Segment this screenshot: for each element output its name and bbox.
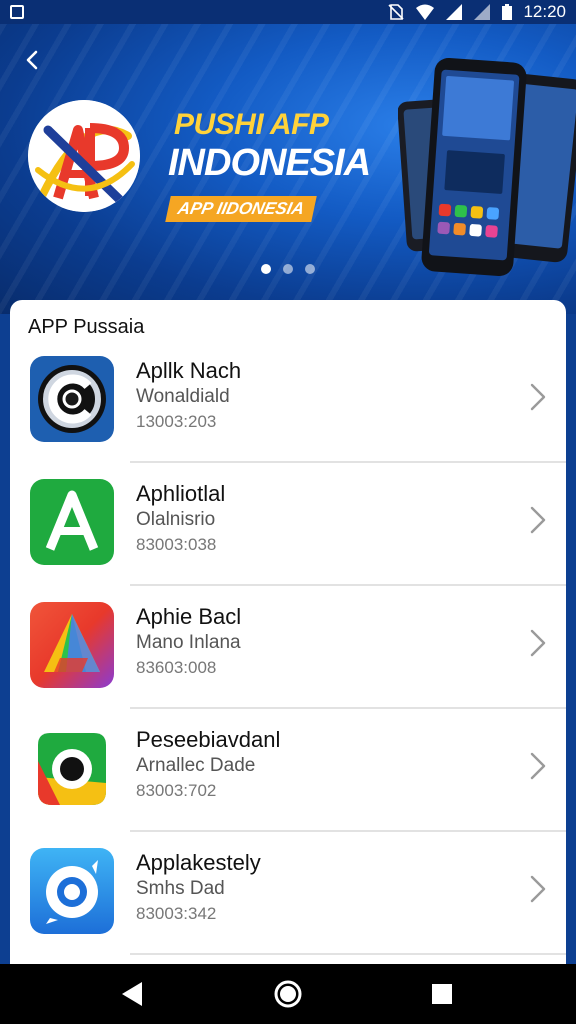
back-button[interactable] [18,46,50,78]
app-list-card: APP Pussaia Apllk Nach Wonaldiald 13003:… [10,300,566,964]
phones-illustration [398,57,576,277]
status-bar: 12:20 [0,0,576,24]
nav-home-button[interactable] [272,978,304,1010]
nav-back-button[interactable] [116,978,148,1010]
carousel-dot-1[interactable] [261,264,271,274]
promo-tag: APP IIDONESIA [165,196,317,222]
square-recents-icon [432,984,452,1004]
blue-compass-app-icon [30,848,114,934]
green-circle-app-icon [30,725,114,811]
app-meta: 13003:203 [136,412,217,431]
app-name: Aphliotlal [136,481,226,506]
letter-a-app-icon [30,479,114,565]
no-sim-icon [388,4,405,20]
app-subtitle: Olalnisrio [136,509,216,530]
wifi-icon [416,4,435,20]
list-item[interactable]: Peseebiavdanl Arnallec Dade 83003:702 [10,709,566,832]
promo-title-line2: INDONESIA [168,142,371,184]
chevron-right-icon [530,629,546,657]
app-subtitle: Wonaldiald [136,386,230,407]
status-time: 12:20 [523,2,566,21]
chevron-right-icon [530,875,546,903]
carousel-dot-3[interactable] [305,264,315,274]
carousel-dot-2[interactable] [283,264,293,274]
triangle-back-icon [122,982,142,1006]
app-meta: 83003:038 [136,535,217,554]
app-meta: 83003:702 [136,781,217,800]
app-meta: 83003:342 [136,904,217,923]
chevron-right-icon [530,383,546,411]
notification-icon [10,5,24,19]
signal-icon-2 [474,4,491,20]
app-name: Aphie Bacl [136,604,242,629]
chevron-right-icon [530,506,546,534]
list-item[interactable]: Apllk Nach Wonaldiald 13003:203 [10,340,566,463]
chevron-right-icon [530,752,546,780]
app-list: Apllk Nach Wonaldiald 13003:203 Aphliotl… [10,340,566,955]
app-logo [28,100,140,212]
promo-title-line1: PUSHI AFP [174,108,329,141]
app-name: Apllk Nach [136,358,242,383]
app-meta: 83603:008 [136,658,217,677]
signal-icon [446,4,463,20]
app-subtitle: Arnallec Dade [136,755,256,776]
app-name: Peseebiavdanl [136,727,281,752]
hero-banner[interactable]: PUSHI AFP INDONESIA APP IIDONESIA [0,24,576,314]
app-subtitle: Mano Inlana [136,632,241,653]
section-title: APP Pussaia [28,316,145,338]
nav-recents-button[interactable] [426,978,458,1010]
list-item[interactable]: Applakestely Smhs Dad 83003:342 [10,832,566,955]
app-name: Applakestely [136,850,261,875]
navigation-bar [0,964,576,1024]
list-item[interactable]: Aphie Bacl Mano Inlana 83603:008 [10,586,566,709]
battery-icon [502,4,513,20]
camera-lens-app-icon [30,356,114,442]
divider [130,953,566,955]
list-item[interactable]: Aphliotlal Olalnisrio 83003:038 [10,463,566,586]
colorful-triangle-app-icon [30,602,114,688]
carousel-indicator [0,264,576,274]
app-subtitle: Smhs Dad [136,878,225,899]
chevron-left-icon [26,50,38,70]
